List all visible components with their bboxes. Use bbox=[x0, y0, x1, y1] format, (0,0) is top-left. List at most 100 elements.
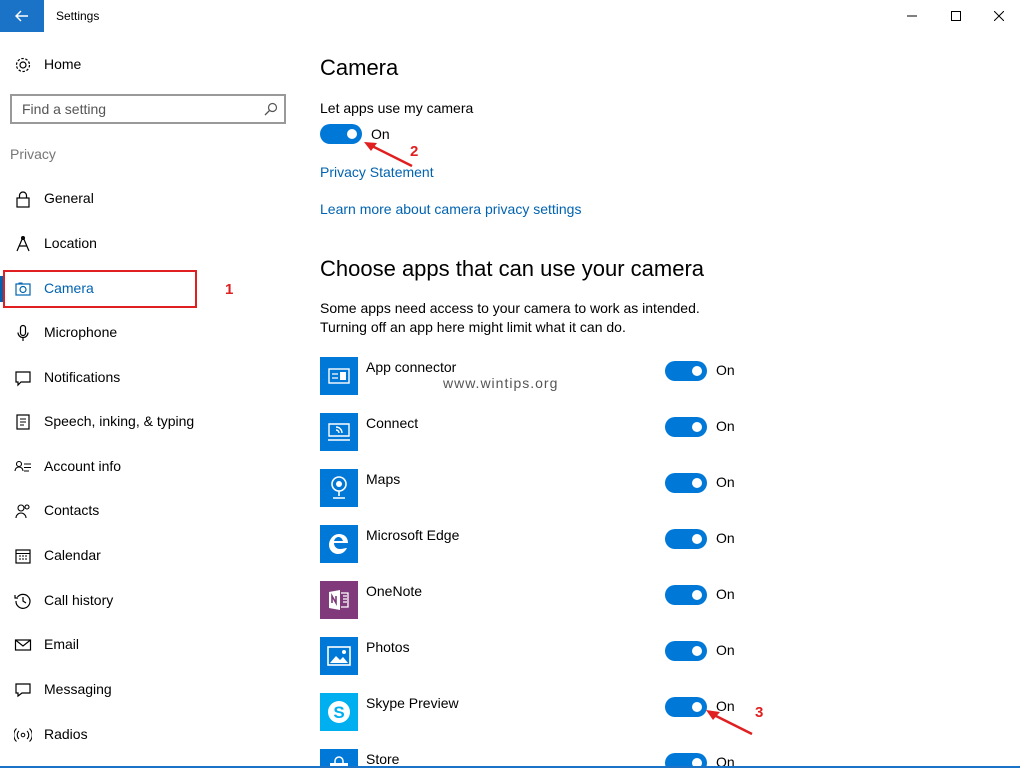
app-toggle-state: On bbox=[716, 474, 735, 490]
sidebar-item-calendar[interactable]: Calendar bbox=[0, 535, 300, 575]
toggle-knob bbox=[692, 590, 702, 600]
app-name: OneNote bbox=[366, 583, 423, 599]
app-toggle-state: On bbox=[716, 586, 735, 602]
sidebar-item-speech[interactable]: Speech, inking, & typing bbox=[0, 401, 300, 441]
sidebar-item-label: Contacts bbox=[44, 502, 100, 518]
app-toggle[interactable] bbox=[665, 641, 707, 661]
calendar-icon bbox=[15, 549, 31, 564]
minimize-icon bbox=[907, 15, 917, 17]
app-row-app-connector: App connector On bbox=[320, 357, 760, 397]
learn-more-link[interactable]: Learn more about camera privacy settings bbox=[320, 201, 581, 217]
microphone-icon bbox=[17, 324, 29, 341]
connect-icon bbox=[320, 413, 358, 451]
sidebar-item-label: Notifications bbox=[44, 369, 121, 385]
back-arrow-icon bbox=[15, 10, 28, 22]
sidebar-item-call-history[interactable]: Call history bbox=[0, 580, 300, 620]
app-toggle[interactable] bbox=[665, 361, 707, 381]
app-toggle[interactable] bbox=[665, 529, 707, 549]
email-icon bbox=[14, 639, 32, 651]
app-row-skype-preview: S Skype Preview On bbox=[320, 693, 760, 733]
app-name: Photos bbox=[366, 639, 410, 655]
onenote-icon bbox=[320, 581, 358, 619]
page-title: Camera bbox=[320, 55, 399, 80]
app-toggle-state: On bbox=[716, 642, 735, 658]
notifications-icon bbox=[15, 371, 31, 387]
annotation-step-1: 1 bbox=[225, 281, 234, 298]
sidebar-item-account-info[interactable]: Account info bbox=[0, 446, 300, 486]
app-name: App connector bbox=[366, 359, 457, 375]
toggle-knob bbox=[692, 478, 702, 488]
app-toggle-state: On bbox=[716, 362, 735, 378]
maximize-icon bbox=[951, 11, 961, 21]
sidebar-section-label: Privacy bbox=[10, 146, 56, 162]
lock-icon bbox=[16, 191, 30, 208]
sidebar-item-label: Account info bbox=[44, 458, 122, 474]
app-toggle[interactable] bbox=[665, 473, 707, 493]
app-toggle[interactable] bbox=[665, 417, 707, 437]
contacts-icon bbox=[15, 504, 30, 519]
privacy-statement-link[interactable]: Privacy Statement bbox=[320, 164, 434, 180]
search-box[interactable] bbox=[10, 94, 286, 124]
sidebar-item-label: Calendar bbox=[44, 547, 101, 563]
apps-description-line1: Some apps need access to your camera to … bbox=[320, 300, 700, 316]
sidebar-item-label: Radios bbox=[44, 726, 88, 742]
toggle-knob bbox=[692, 366, 702, 376]
close-icon bbox=[994, 11, 1004, 21]
sidebar-item-microphone[interactable]: Microphone bbox=[0, 312, 300, 352]
app-name: Store bbox=[366, 751, 400, 767]
speech-icon bbox=[16, 414, 30, 430]
photos-icon bbox=[320, 637, 358, 675]
sidebar-item-home[interactable]: Home bbox=[0, 44, 300, 84]
app-name: Skype Preview bbox=[366, 695, 459, 711]
annotation-step-3: 3 bbox=[755, 704, 764, 721]
edge-icon bbox=[320, 525, 358, 563]
app-toggle[interactable] bbox=[665, 585, 707, 605]
sidebar-item-notifications[interactable]: Notifications bbox=[0, 357, 300, 397]
toggle-knob bbox=[692, 534, 702, 544]
search-input[interactable] bbox=[22, 100, 262, 118]
back-button[interactable] bbox=[0, 0, 44, 32]
toggle-knob bbox=[347, 129, 357, 139]
window-title: Settings bbox=[56, 9, 100, 23]
annotation-step-2: 2 bbox=[410, 143, 419, 160]
app-name: Microsoft Edge bbox=[366, 527, 460, 543]
account-info-icon bbox=[14, 460, 31, 472]
app-row-photos: Photos On bbox=[320, 637, 760, 677]
toggle-knob bbox=[692, 422, 702, 432]
camera-access-label: Let apps use my camera bbox=[320, 100, 474, 116]
sidebar-item-location[interactable]: Location bbox=[0, 223, 300, 263]
maps-icon bbox=[320, 469, 358, 507]
title-bar: Settings bbox=[0, 0, 1020, 32]
call-history-icon bbox=[14, 593, 31, 609]
radios-icon bbox=[14, 728, 32, 742]
search-icon[interactable] bbox=[264, 102, 278, 116]
toggle-knob bbox=[692, 646, 702, 656]
sidebar-item-label: Location bbox=[44, 235, 97, 251]
app-row-maps: Maps On bbox=[320, 469, 760, 509]
annotation-arrow-3 bbox=[706, 710, 753, 736]
maximize-button[interactable] bbox=[933, 0, 979, 32]
app-connector-icon bbox=[320, 357, 358, 395]
close-button[interactable] bbox=[976, 0, 1020, 32]
camera-access-toggle[interactable] bbox=[320, 124, 362, 144]
messaging-icon bbox=[15, 683, 31, 698]
sidebar-item-contacts[interactable]: Contacts bbox=[0, 490, 300, 530]
sidebar-item-email[interactable]: Email bbox=[0, 624, 300, 664]
app-toggle-state: On bbox=[716, 418, 735, 434]
sidebar-item-radios[interactable]: Radios bbox=[0, 714, 300, 754]
annotation-highlight-box bbox=[3, 270, 197, 308]
sidebar-item-label: Call history bbox=[44, 592, 114, 608]
location-icon bbox=[16, 236, 30, 252]
sidebar-item-label: Email bbox=[44, 636, 80, 652]
skype-icon: S bbox=[320, 693, 358, 731]
sidebar-item-messaging[interactable]: Messaging bbox=[0, 669, 300, 709]
sidebar-item-label: General bbox=[44, 190, 94, 206]
svg-text:S: S bbox=[333, 703, 344, 722]
app-toggle-state: On bbox=[716, 530, 735, 546]
app-name: Connect bbox=[366, 415, 419, 431]
app-row-onenote: OneNote On bbox=[320, 581, 760, 621]
app-row-connect: Connect On bbox=[320, 413, 760, 453]
sidebar-item-label: Microphone bbox=[44, 324, 118, 340]
sidebar-item-general[interactable]: General bbox=[0, 178, 300, 218]
minimize-button[interactable] bbox=[889, 0, 935, 32]
